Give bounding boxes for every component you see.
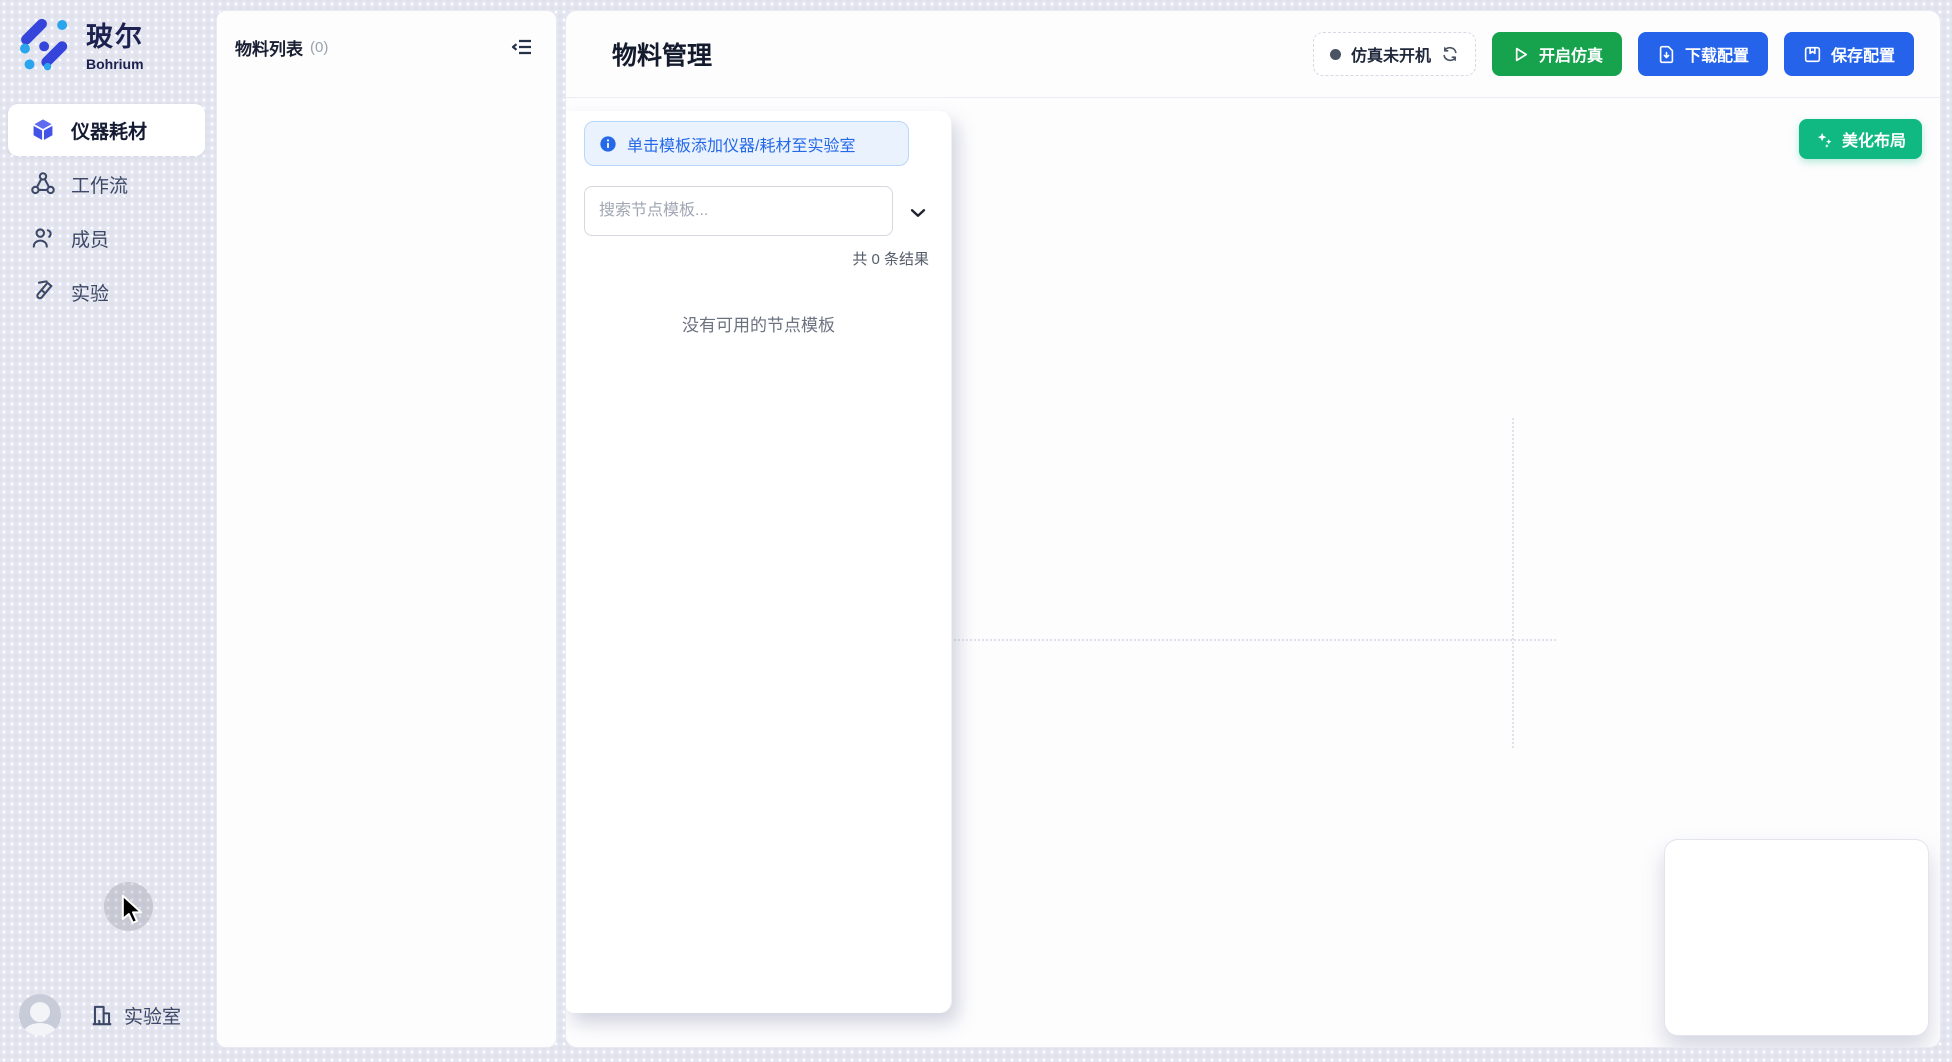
sidebar-item-label: 工作流: [71, 171, 128, 198]
start-simulation-label: 开启仿真: [1539, 42, 1603, 66]
cube-icon: [30, 117, 56, 143]
status-label: 仿真未开机: [1351, 42, 1431, 66]
empty-templates-text: 没有可用的节点模板: [566, 311, 951, 336]
collapse-panel-button[interactable]: [506, 31, 538, 63]
info-icon: [599, 135, 617, 153]
header-actions: 仿真未开机 开启仿真: [1313, 32, 1914, 76]
flow-canvas[interactable]: 美化布局 单击模板添加仪器/耗材至实验室: [566, 98, 1940, 1047]
mouse-cursor-icon: [119, 894, 145, 924]
result-count: 共 0 条结果: [852, 248, 929, 269]
download-file-icon: [1657, 45, 1676, 64]
save-icon: [1803, 45, 1822, 64]
canvas-grid-line: [1512, 418, 1514, 748]
save-config-label: 保存配置: [1831, 42, 1895, 66]
sidebar-item-instruments[interactable]: 仪器耗材: [8, 104, 205, 156]
brand-logo[interactable]: 玻尔 Bohrium: [16, 14, 144, 72]
beautify-layout-button[interactable]: 美化布局: [1799, 119, 1922, 159]
material-list-count: (0): [310, 39, 328, 56]
main-panel: 物料管理 仿真未开机 开启仿真: [565, 10, 1941, 1048]
experiment-icon: [30, 279, 56, 305]
sidebar-footer: 实验室: [0, 994, 213, 1036]
indent-collapse-icon: [510, 35, 534, 59]
bohrium-logo-icon: [16, 14, 70, 72]
app-root: 玻尔 Bohrium 仪器耗材 工作流: [0, 0, 1952, 1062]
user-avatar[interactable]: [19, 994, 61, 1036]
info-banner: 单击模板添加仪器/耗材至实验室: [584, 121, 909, 166]
play-icon: [1511, 45, 1530, 64]
sidebar-item-label: 实验: [71, 279, 109, 306]
workflow-icon: [30, 171, 56, 197]
refresh-icon[interactable]: [1441, 45, 1459, 63]
sidebar: 玻尔 Bohrium 仪器耗材 工作流: [0, 0, 213, 1062]
sparkles-icon: [1815, 130, 1834, 149]
expand-templates-button[interactable]: [904, 199, 932, 227]
status-dot-icon: [1330, 49, 1341, 60]
page-title: 物料管理: [612, 36, 712, 72]
building-icon: [89, 1002, 115, 1028]
sidebar-item-label: 仪器耗材: [71, 117, 147, 144]
simulation-status-pill[interactable]: 仿真未开机: [1313, 32, 1476, 76]
node-template-card: 单击模板添加仪器/耗材至实验室 共 0 条结果 没有可用的节点模板: [566, 111, 952, 1013]
lab-label: 实验室: [124, 1002, 181, 1029]
beautify-layout-label: 美化布局: [1842, 127, 1906, 151]
sidebar-item-workflow[interactable]: 工作流: [8, 158, 205, 210]
minimap-panel[interactable]: [1664, 839, 1929, 1036]
info-banner-text: 单击模板添加仪器/耗材至实验室: [627, 132, 855, 156]
lab-link[interactable]: 实验室: [89, 1002, 181, 1029]
sidebar-item-label: 成员: [71, 225, 109, 252]
start-simulation-button[interactable]: 开启仿真: [1492, 32, 1622, 76]
material-list-panel: 物料列表 (0): [216, 10, 557, 1048]
brand-name-en: Bohrium: [86, 56, 144, 72]
sidebar-nav: 仪器耗材 工作流 成员: [0, 102, 213, 320]
search-template-input[interactable]: [584, 186, 893, 236]
chevron-down-icon: [907, 202, 929, 224]
members-icon: [30, 225, 56, 251]
sidebar-item-members[interactable]: 成员: [8, 212, 205, 264]
save-config-button[interactable]: 保存配置: [1784, 32, 1914, 76]
main-header: 物料管理 仿真未开机 开启仿真: [566, 11, 1940, 98]
brand-name-zh: 玻尔: [86, 15, 144, 54]
download-config-button[interactable]: 下载配置: [1638, 32, 1768, 76]
canvas-grid-line: [946, 639, 1556, 641]
sidebar-item-experiments[interactable]: 实验: [8, 266, 205, 318]
material-list-header: 物料列表 (0): [217, 11, 556, 83]
brand-text: 玻尔 Bohrium: [86, 15, 144, 72]
material-list-title: 物料列表: [235, 35, 303, 60]
download-config-label: 下载配置: [1685, 42, 1749, 66]
